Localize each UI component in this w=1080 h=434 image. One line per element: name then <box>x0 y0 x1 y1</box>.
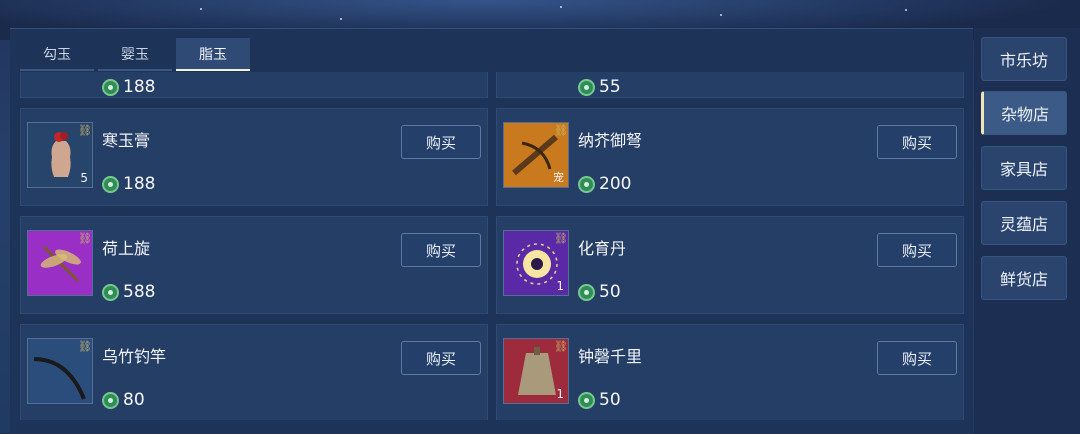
tab-gouyu[interactable]: 勾玉 <box>20 38 94 71</box>
buy-button[interactable]: 购买 <box>877 125 957 159</box>
sidebar-item-zawudian[interactable]: 杂物店 <box>981 91 1067 135</box>
item-name: 钟磬千里 <box>578 347 643 366</box>
jade-coin-icon <box>102 391 119 409</box>
dragonfly-icon: ⛓ <box>27 230 93 296</box>
item-price: 50 <box>599 282 621 302</box>
jade-coin-icon <box>102 175 119 193</box>
list-item[interactable]: ⛓ 宠 纳芥御弩 200 购买 <box>496 108 964 206</box>
item-price: 200 <box>599 174 632 194</box>
list-item[interactable]: ⛓ 1 钟磬千里 50 购买 <box>496 324 964 420</box>
item-quantity: 1 <box>556 279 564 293</box>
jade-coin-icon <box>578 78 595 96</box>
item-price: 188 <box>123 174 156 194</box>
jade-coin-icon <box>578 391 595 409</box>
tab-zhiyu[interactable]: 脂玉 <box>176 38 250 71</box>
item-name: 荷上旋 <box>102 239 151 258</box>
buy-button[interactable]: 购买 <box>401 125 481 159</box>
item-price: 55 <box>599 77 621 97</box>
jade-coin-icon <box>578 175 595 193</box>
buy-button[interactable]: 购买 <box>877 233 957 267</box>
item-name: 纳芥御弩 <box>578 131 643 150</box>
item-name: 乌竹钓竿 <box>102 347 167 366</box>
bell-icon: ⛓ 1 <box>503 338 569 404</box>
sidebar-item-jiajudian[interactable]: 家具店 <box>981 146 1067 190</box>
jade-coin-icon <box>102 78 119 96</box>
currency-tabs: 勾玉 婴玉 脂玉 <box>20 38 254 71</box>
vase-icon: ⛓ 5 <box>27 122 93 188</box>
buy-button[interactable]: 购买 <box>401 233 481 267</box>
link-icon: ⛓ <box>554 340 568 353</box>
pill-icon: ⛓ 1 <box>503 230 569 296</box>
item-list[interactable]: 188 55 ⛓ 5 寒玉膏 188 购买 ⛓ 宠 纳芥御弩 200 购买 ⛓ … <box>20 72 964 420</box>
list-item-partial: 188 <box>20 72 488 98</box>
link-icon: ⛓ <box>78 124 92 137</box>
jade-coin-icon <box>102 283 119 301</box>
item-price: 50 <box>599 390 621 410</box>
sidebar-item-xianhuodian[interactable]: 鲜货店 <box>981 256 1067 300</box>
item-name: 化育丹 <box>578 239 627 258</box>
sidebar-item-shileifang[interactable]: 市乐坊 <box>981 37 1067 81</box>
buy-button[interactable]: 购买 <box>877 341 957 375</box>
item-name: 寒玉膏 <box>102 131 151 150</box>
link-icon: ⛓ <box>554 232 568 245</box>
jade-coin-icon <box>578 283 595 301</box>
item-quantity: 1 <box>556 387 564 401</box>
crossbow-icon: ⛓ 宠 <box>503 122 569 188</box>
buy-button[interactable]: 购买 <box>401 341 481 375</box>
pet-badge: 宠 <box>553 171 564 184</box>
item-price: 188 <box>123 77 156 97</box>
sidebar-item-lingyundian[interactable]: 灵蕴店 <box>981 201 1067 245</box>
item-price: 588 <box>123 282 156 302</box>
list-item[interactable]: ⛓ 荷上旋 588 购买 <box>20 216 488 314</box>
list-item[interactable]: ⛓ 乌竹钓竿 80 购买 <box>20 324 488 420</box>
item-price: 80 <box>123 390 145 410</box>
list-item-partial: 55 <box>496 72 964 98</box>
link-icon: ⛓ <box>78 340 92 353</box>
item-quantity: 5 <box>80 171 88 185</box>
list-item[interactable]: ⛓ 1 化育丹 50 购买 <box>496 216 964 314</box>
fishing-rod-icon: ⛓ <box>27 338 93 404</box>
list-item[interactable]: ⛓ 5 寒玉膏 188 购买 <box>20 108 488 206</box>
link-icon: ⛓ <box>554 124 568 137</box>
tab-yingyu[interactable]: 婴玉 <box>98 38 172 71</box>
link-icon: ⛓ <box>78 232 92 245</box>
